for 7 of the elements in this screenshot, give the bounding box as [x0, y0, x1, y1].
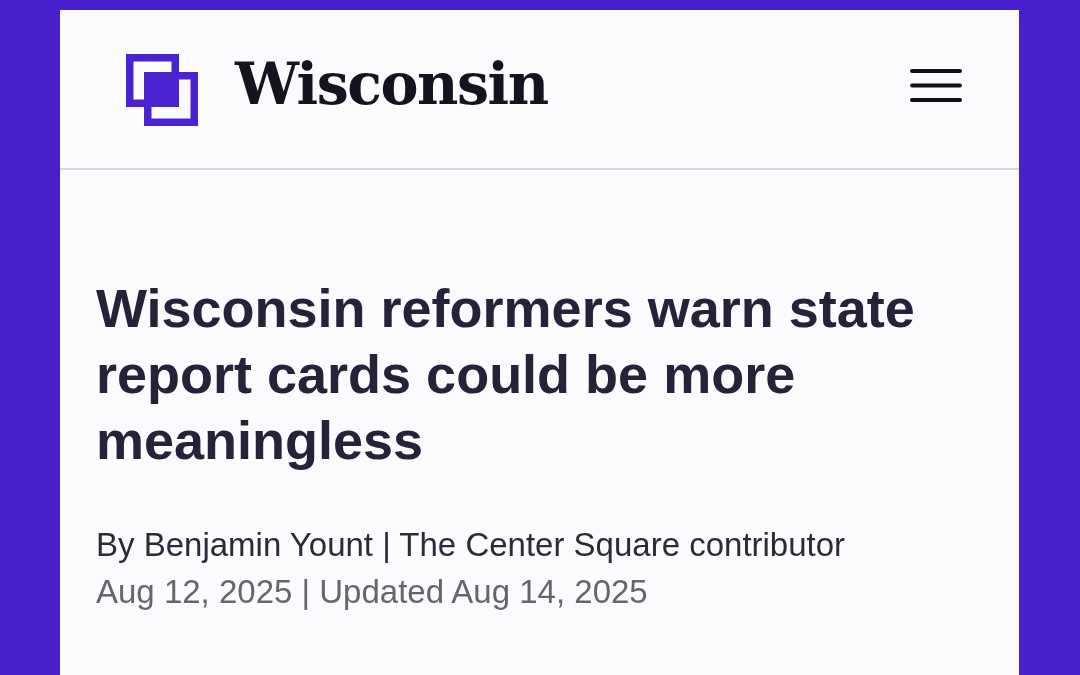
site-name-link[interactable]: Wisconsin	[235, 54, 548, 112]
article-headline: Wisconsin reformers warn state report cards could be more meaningless	[96, 277, 916, 472]
menu-icon	[910, 68, 962, 102]
menu-button[interactable]	[910, 68, 962, 102]
article-byline: By Benjamin Yount | The Center Square contributor	[96, 525, 847, 565]
overlapping-squares-logo-icon[interactable]	[126, 54, 198, 126]
article-dateline: Aug 12, 2025 | Updated Aug 14, 2025	[96, 572, 649, 612]
